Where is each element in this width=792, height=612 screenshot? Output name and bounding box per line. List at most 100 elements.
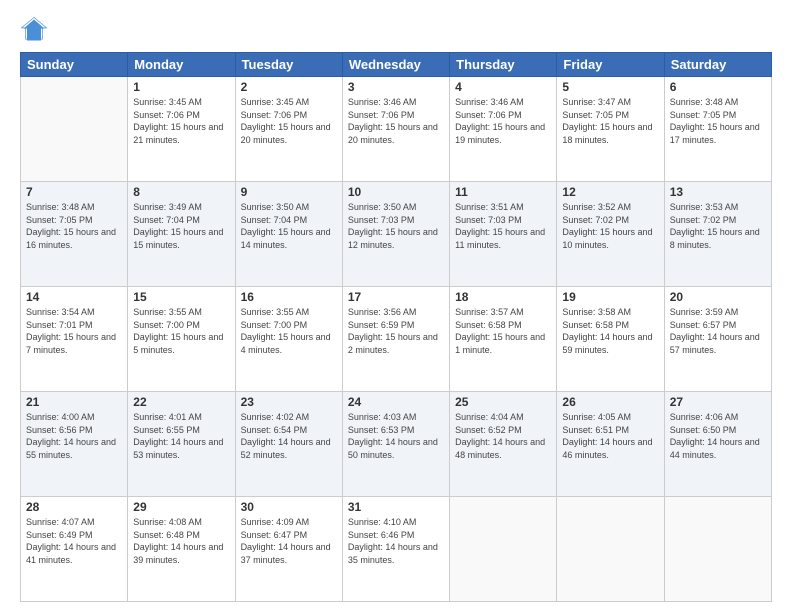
day-info: Sunrise: 3:51 AMSunset: 7:03 PMDaylight:…	[455, 201, 551, 251]
calendar-cell: 3 Sunrise: 3:46 AMSunset: 7:06 PMDaylight…	[342, 77, 449, 182]
calendar-cell: 16Sunrise: 3:55 AMSunset: 7:00 PMDayligh…	[235, 287, 342, 392]
calendar-cell: 12 Sunrise: 3:52 AMSunset: 7:02 PMDayligh…	[557, 182, 664, 287]
calendar-cell: 18 Sunrise: 3:57 AMSunset: 6:58 PMDayligh…	[450, 287, 557, 392]
day-number: 20	[670, 290, 766, 304]
logo	[20, 16, 52, 44]
weekday-header-tuesday: Tuesday	[235, 53, 342, 77]
day-info: Sunrise: 3:45 AMSunset: 7:06 PMDaylight:…	[241, 96, 337, 146]
day-info: Sunrise: 4:05 AMSunset: 6:51 PMDaylight:…	[562, 411, 658, 461]
calendar-cell: 20 Sunrise: 3:59 AMSunset: 6:57 PMDayligh…	[664, 287, 771, 392]
calendar-week-3: 14 Sunrise: 3:54 AMSunset: 7:01 PMDayligh…	[21, 287, 772, 392]
day-number: 27	[670, 395, 766, 409]
calendar-week-5: 28 Sunrise: 4:07 AMSunset: 6:49 PMDayligh…	[21, 497, 772, 602]
day-info: Sunrise: 3:54 AMSunset: 7:01 PMDaylight:…	[26, 306, 122, 356]
weekday-header-saturday: Saturday	[664, 53, 771, 77]
calendar-cell: 26 Sunrise: 4:05 AMSunset: 6:51 PMDayligh…	[557, 392, 664, 497]
calendar-cell: 2 Sunrise: 3:45 AMSunset: 7:06 PMDaylight…	[235, 77, 342, 182]
calendar-cell: 15 Sunrise: 3:55 AMSunset: 7:00 PMDayligh…	[128, 287, 235, 392]
day-info: Sunrise: 3:52 AMSunset: 7:02 PMDaylight:…	[562, 201, 658, 251]
weekday-header-row: SundayMondayTuesdayWednesdayThursdayFrid…	[21, 53, 772, 77]
page: SundayMondayTuesdayWednesdayThursdayFrid…	[0, 0, 792, 612]
day-info: Sunrise: 3:55 AMSunset: 7:00 PMDaylight:…	[133, 306, 229, 356]
calendar-cell: 7 Sunrise: 3:48 AMSunset: 7:05 PMDaylight…	[21, 182, 128, 287]
calendar-cell: 30Sunrise: 4:09 AMSunset: 6:47 PMDayligh…	[235, 497, 342, 602]
calendar-cell: 13 Sunrise: 3:53 AMSunset: 7:02 PMDayligh…	[664, 182, 771, 287]
day-info: Sunrise: 3:56 AMSunset: 6:59 PMDaylight:…	[348, 306, 444, 356]
day-number: 24	[348, 395, 444, 409]
day-info: Sunrise: 3:47 AMSunset: 7:05 PMDaylight:…	[562, 96, 658, 146]
day-info: Sunrise: 4:03 AMSunset: 6:53 PMDaylight:…	[348, 411, 444, 461]
day-number: 15	[133, 290, 229, 304]
calendar-cell: 29 Sunrise: 4:08 AMSunset: 6:48 PMDayligh…	[128, 497, 235, 602]
day-number: 21	[26, 395, 122, 409]
day-number: 11	[455, 185, 551, 199]
day-number: 29	[133, 500, 229, 514]
calendar-cell: 6Sunrise: 3:48 AMSunset: 7:05 PMDaylight…	[664, 77, 771, 182]
day-number: 12	[562, 185, 658, 199]
day-info: Sunrise: 3:48 AMSunset: 7:05 PMDaylight:…	[26, 201, 122, 251]
day-number: 26	[562, 395, 658, 409]
day-info: Sunrise: 3:50 AMSunset: 7:03 PMDaylight:…	[348, 201, 444, 251]
day-info: Sunrise: 3:57 AMSunset: 6:58 PMDaylight:…	[455, 306, 551, 356]
day-info: Sunrise: 4:00 AMSunset: 6:56 PMDaylight:…	[26, 411, 122, 461]
calendar-table: SundayMondayTuesdayWednesdayThursdayFrid…	[20, 52, 772, 602]
calendar-week-2: 7 Sunrise: 3:48 AMSunset: 7:05 PMDaylight…	[21, 182, 772, 287]
calendar-body: 1Sunrise: 3:45 AMSunset: 7:06 PMDaylight…	[21, 77, 772, 602]
day-info: Sunrise: 4:08 AMSunset: 6:48 PMDaylight:…	[133, 516, 229, 566]
day-info: Sunrise: 4:07 AMSunset: 6:49 PMDaylight:…	[26, 516, 122, 566]
day-info: Sunrise: 3:50 AMSunset: 7:04 PMDaylight:…	[241, 201, 337, 251]
day-info: Sunrise: 4:06 AMSunset: 6:50 PMDaylight:…	[670, 411, 766, 461]
day-info: Sunrise: 3:49 AMSunset: 7:04 PMDaylight:…	[133, 201, 229, 251]
calendar-cell: 5Sunrise: 3:47 AMSunset: 7:05 PMDaylight…	[557, 77, 664, 182]
day-number: 28	[26, 500, 122, 514]
day-info: Sunrise: 4:02 AMSunset: 6:54 PMDaylight:…	[241, 411, 337, 461]
day-info: Sunrise: 4:09 AMSunset: 6:47 PMDaylight:…	[241, 516, 337, 566]
day-number: 4	[455, 80, 551, 94]
weekday-header-thursday: Thursday	[450, 53, 557, 77]
day-number: 3	[348, 80, 444, 94]
day-info: Sunrise: 3:59 AMSunset: 6:57 PMDaylight:…	[670, 306, 766, 356]
calendar-cell	[450, 497, 557, 602]
calendar-cell: 31 Sunrise: 4:10 AMSunset: 6:46 PMDayligh…	[342, 497, 449, 602]
day-info: Sunrise: 4:01 AMSunset: 6:55 PMDaylight:…	[133, 411, 229, 461]
logo-icon	[20, 16, 48, 44]
day-info: Sunrise: 3:58 AMSunset: 6:58 PMDaylight:…	[562, 306, 658, 356]
day-number: 14	[26, 290, 122, 304]
day-number: 25	[455, 395, 551, 409]
weekday-header-friday: Friday	[557, 53, 664, 77]
calendar-cell: 28 Sunrise: 4:07 AMSunset: 6:49 PMDayligh…	[21, 497, 128, 602]
day-number: 31	[348, 500, 444, 514]
day-number: 10	[348, 185, 444, 199]
day-number: 2	[241, 80, 337, 94]
day-number: 18	[455, 290, 551, 304]
day-number: 19	[562, 290, 658, 304]
calendar-cell	[557, 497, 664, 602]
day-number: 13	[670, 185, 766, 199]
day-info: Sunrise: 3:45 AMSunset: 7:06 PMDaylight:…	[133, 96, 229, 146]
calendar-cell: 14 Sunrise: 3:54 AMSunset: 7:01 PMDayligh…	[21, 287, 128, 392]
calendar-cell: 22Sunrise: 4:01 AMSunset: 6:55 PMDayligh…	[128, 392, 235, 497]
day-number: 23	[241, 395, 337, 409]
day-number: 7	[26, 185, 122, 199]
day-info: Sunrise: 3:46 AMSunset: 7:06 PMDaylight:…	[455, 96, 551, 146]
calendar-cell: 11 Sunrise: 3:51 AMSunset: 7:03 PMDayligh…	[450, 182, 557, 287]
day-info: Sunrise: 3:53 AMSunset: 7:02 PMDaylight:…	[670, 201, 766, 251]
calendar-cell: 1Sunrise: 3:45 AMSunset: 7:06 PMDaylight…	[128, 77, 235, 182]
day-info: Sunrise: 4:04 AMSunset: 6:52 PMDaylight:…	[455, 411, 551, 461]
calendar-cell	[21, 77, 128, 182]
day-info: Sunrise: 4:10 AMSunset: 6:46 PMDaylight:…	[348, 516, 444, 566]
day-number: 9	[241, 185, 337, 199]
calendar-cell: 4 Sunrise: 3:46 AMSunset: 7:06 PMDaylight…	[450, 77, 557, 182]
header	[20, 16, 772, 44]
calendar-cell: 24 Sunrise: 4:03 AMSunset: 6:53 PMDayligh…	[342, 392, 449, 497]
calendar-cell	[664, 497, 771, 602]
calendar-cell: 19 Sunrise: 3:58 AMSunset: 6:58 PMDayligh…	[557, 287, 664, 392]
calendar-cell: 17Sunrise: 3:56 AMSunset: 6:59 PMDayligh…	[342, 287, 449, 392]
day-info: Sunrise: 3:46 AMSunset: 7:06 PMDaylight:…	[348, 96, 444, 146]
day-number: 8	[133, 185, 229, 199]
day-info: Sunrise: 3:48 AMSunset: 7:05 PMDaylight:…	[670, 96, 766, 146]
calendar-week-1: 1Sunrise: 3:45 AMSunset: 7:06 PMDaylight…	[21, 77, 772, 182]
day-info: Sunrise: 3:55 AMSunset: 7:00 PMDaylight:…	[241, 306, 337, 356]
calendar-cell: 25 Sunrise: 4:04 AMSunset: 6:52 PMDayligh…	[450, 392, 557, 497]
calendar-week-4: 21 Sunrise: 4:00 AMSunset: 6:56 PMDayligh…	[21, 392, 772, 497]
